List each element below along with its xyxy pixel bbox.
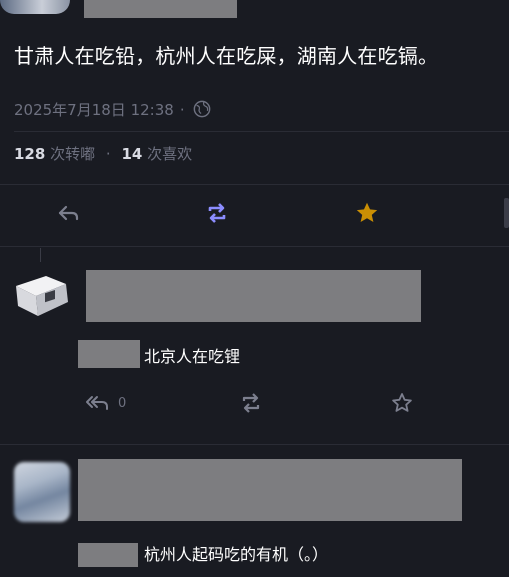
reply-icon	[58, 205, 79, 221]
divider	[0, 184, 509, 185]
post-text: 甘肃人在吃铅，杭州人在吃屎，湖南人在吃镉。	[14, 44, 439, 68]
thread-line	[40, 248, 41, 262]
post-stats: 128 次转嘟 · 14 次喜欢	[14, 143, 192, 164]
reply-all-icon	[86, 396, 108, 410]
separator-dot: ·	[105, 145, 111, 163]
likes-label[interactable]: 次喜欢	[147, 145, 192, 163]
star-icon	[356, 202, 378, 222]
scrollbar-thumb[interactable]	[504, 198, 509, 228]
globe-icon	[193, 100, 211, 122]
reply-text: 北京人在吃锂	[144, 347, 241, 366]
favourite-button[interactable]	[388, 390, 416, 416]
redacted-author-name	[86, 270, 421, 322]
divider	[14, 131, 509, 132]
reply-text: 杭州人起码吃的有机（。）	[144, 545, 329, 564]
avatar[interactable]	[12, 268, 70, 322]
boost-button[interactable]	[202, 200, 232, 226]
avatar[interactable]	[0, 0, 70, 14]
separator-dot: ·	[179, 101, 185, 119]
boost-icon	[208, 203, 226, 223]
redacted-mention	[78, 340, 140, 368]
reply-count: 0	[118, 396, 127, 411]
reply-button[interactable]	[84, 391, 112, 415]
reposts-label[interactable]: 次转嘟	[50, 145, 95, 163]
divider	[0, 444, 509, 445]
post-meta: 2025年7月18日 12:38 ·	[14, 99, 211, 122]
reposts-count[interactable]: 128	[14, 145, 45, 163]
redacted-author-name	[78, 459, 462, 521]
boost-button[interactable]	[237, 390, 265, 416]
redacted-author-name	[84, 0, 237, 18]
boost-icon	[242, 393, 260, 413]
redacted-mention	[78, 543, 138, 567]
avatar[interactable]	[14, 462, 70, 522]
divider	[0, 246, 509, 247]
post-timestamp[interactable]: 2025年7月18日 12:38	[14, 101, 174, 119]
star-outline-icon	[392, 393, 412, 412]
reply-button[interactable]	[54, 200, 84, 226]
likes-count[interactable]: 14	[121, 145, 142, 163]
favourite-button[interactable]	[352, 199, 382, 227]
